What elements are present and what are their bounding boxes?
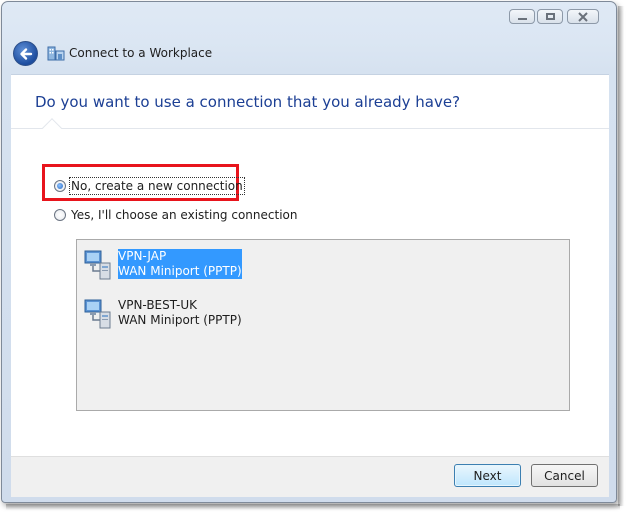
page-heading: Do you want to use a connection that you… bbox=[35, 93, 461, 111]
close-icon bbox=[578, 11, 588, 22]
close-button[interactable] bbox=[567, 9, 599, 24]
wizard-content: Do you want to use a connection that you… bbox=[11, 74, 609, 456]
back-button[interactable] bbox=[13, 41, 38, 66]
minimize-button[interactable] bbox=[509, 9, 535, 24]
cancel-button[interactable]: Cancel bbox=[531, 464, 598, 487]
window-shadow-bottom bbox=[6, 504, 620, 510]
maximize-icon bbox=[545, 13, 555, 20]
radio-existing-connection[interactable] bbox=[54, 209, 66, 221]
window-shadow-right bbox=[618, 6, 624, 506]
window-title: Connect to a Workplace bbox=[69, 46, 213, 60]
network-computer-icon bbox=[84, 250, 111, 280]
network-computer-icon bbox=[84, 299, 111, 329]
heading-notch bbox=[42, 118, 62, 138]
connection-name: VPN-JAP bbox=[118, 249, 242, 264]
connection-item-vpn-best-uk[interactable]: VPN-BEST-UK WAN Miniport (PPTP) bbox=[83, 298, 242, 330]
radio-new-connection[interactable] bbox=[54, 180, 66, 192]
next-button[interactable]: Next bbox=[454, 464, 521, 487]
wizard-window: Connect to a Workplace Do you want to us… bbox=[1, 1, 617, 503]
workplace-network-icon bbox=[47, 46, 65, 61]
connection-type: WAN Miniport (PPTP) bbox=[118, 313, 242, 327]
connection-name: VPN-BEST-UK bbox=[118, 298, 197, 312]
option-new-connection-label[interactable]: No, create a new connection bbox=[69, 177, 245, 195]
back-arrow-icon bbox=[19, 47, 32, 60]
maximize-button[interactable] bbox=[537, 9, 563, 24]
minimize-icon bbox=[517, 17, 527, 20]
connection-item-vpn-jap[interactable]: VPN-JAP WAN Miniport (PPTP) bbox=[83, 249, 242, 281]
connection-type: WAN Miniport (PPTP) bbox=[118, 264, 242, 279]
option-existing-connection-label[interactable]: Yes, I'll choose an existing connection bbox=[71, 208, 297, 222]
wizard-footer: Next Cancel bbox=[11, 456, 609, 497]
heading-divider bbox=[11, 128, 609, 129]
option-existing-connection[interactable]: Yes, I'll choose an existing connection bbox=[54, 208, 297, 222]
connection-list[interactable]: VPN-JAP WAN Miniport (PPTP) VPN-BEST-UK … bbox=[76, 239, 570, 411]
option-new-connection[interactable]: No, create a new connection bbox=[54, 177, 245, 195]
